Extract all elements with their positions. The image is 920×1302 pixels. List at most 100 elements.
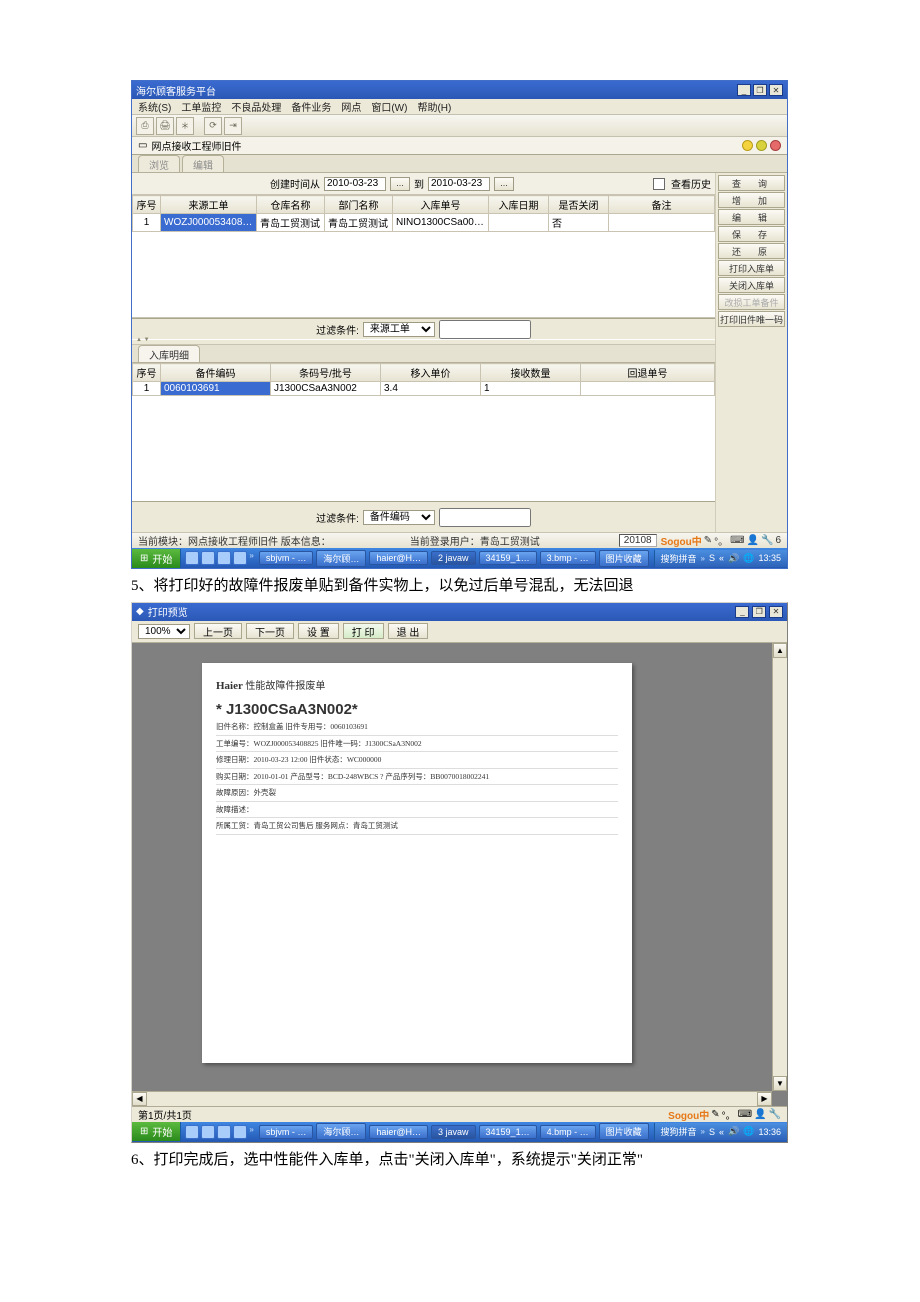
preview-maximize-button[interactable]: ❐ [752,606,766,618]
tab-inbound-detail[interactable]: 入库明细 [138,345,200,362]
menu-spareparts[interactable]: 备件业务 [291,99,331,114]
grid2-h-partno: 备件编码 [161,364,271,382]
preview-toolbar: 100% 上一页 下一页 设 置 打 印 退 出 [132,621,787,643]
horizontal-scrollbar[interactable]: ◀ ▶ [132,1091,772,1106]
task2-item-sbjvm[interactable]: sbjvm - … [259,1125,314,1139]
btn-print-unique-code[interactable]: 打印旧件唯一码 [718,311,785,327]
content-area: 创建时间从 … 到 … 查看历史 序号 来源工单 仓库名称 部 [132,173,787,532]
quicklaunch-ie-icon[interactable] [185,551,199,565]
toolbar-btn-5[interactable]: ⇥ [224,117,242,135]
close-button[interactable]: ✕ [769,84,783,96]
quicklaunch-media-icon[interactable] [217,551,231,565]
scroll-right-arrow-icon[interactable]: ▶ [757,1092,772,1106]
exit-button[interactable]: 退 出 [388,623,429,639]
btn-restore[interactable]: 还 原 [718,243,785,259]
setup-button[interactable]: 设 置 [298,623,339,639]
scroll-left-arrow-icon[interactable]: ◀ [132,1092,147,1106]
task2-item-haierh[interactable]: haier@H… [369,1125,428,1139]
scroll-up-arrow-icon[interactable]: ▲ [773,643,787,658]
grid2-filter-input[interactable] [439,508,531,527]
grid2-row-1[interactable]: 1 0060103691 J1300CSaA3N002 3.4 1 [133,382,715,396]
grid1-row-1[interactable]: 1 WOZJ000053408825 青岛工贸测试 青岛工贸测试 NINO130… [133,214,715,232]
date-from-input[interactable] [324,177,386,191]
next-page-button[interactable]: 下一页 [246,623,294,639]
preview-window-controls: _ ❐ ✕ [735,606,783,618]
prev-page-button[interactable]: 上一页 [194,623,242,639]
detail-tabs: 入库明细 [132,345,715,363]
vertical-scrollbar[interactable]: ▲ ▼ [772,643,787,1091]
quicklaunch-desktop-icon[interactable] [201,551,215,565]
view-history-checkbox[interactable] [653,178,665,190]
btn-modify-parts[interactable]: 改损工单备件 [718,294,785,310]
menu-help[interactable]: 帮助(H) [417,99,451,114]
windows-taskbar-2: ⊞ 开始 » sbjvm - … 海尔顾… haier@H… 3 javaw 3… [132,1122,787,1142]
task2-item-haier[interactable]: 海尔顾… [316,1123,366,1140]
grid1-h-dept: 部门名称 [325,196,393,214]
task2-item-javaw[interactable]: 3 javaw [431,1125,476,1139]
toolbar-btn-4[interactable]: ⟳ [204,117,222,135]
toolbar-btn-2[interactable]: 🖨 [156,117,174,135]
task-item-bmp[interactable]: 3.bmp - … [540,551,596,565]
grid1-filter-input[interactable] [439,320,531,339]
btn-close-inbound[interactable]: 关闭入库单 [718,277,785,293]
btn-print-inbound[interactable]: 打印入库单 [718,260,785,276]
view-history-label: 查看历史 [671,176,711,191]
menu-window[interactable]: 窗口(W) [371,99,407,114]
ql2-desktop-icon[interactable] [201,1125,215,1139]
print-preview-window: ◆ 打印预览 _ ❐ ✕ 100% 上一页 下一页 设 置 打 印 退 出 Ha… [131,602,788,1143]
menu-branch[interactable]: 网点 [341,99,361,114]
menu-defect-handling[interactable]: 不良品处理 [231,99,281,114]
ql2-media-icon[interactable] [217,1125,231,1139]
preview-minimize-button[interactable]: _ [735,606,749,618]
btn-save[interactable]: 保 存 [718,226,785,242]
task2-item-picfav[interactable]: 图片收藏 [599,1123,649,1140]
ime-count: 6 [775,535,781,546]
splitter[interactable] [132,339,715,345]
task-item-javaw[interactable]: 2 javaw [431,551,476,565]
btn-query[interactable]: 查 询 [718,175,785,191]
minimize-button[interactable]: _ [737,84,751,96]
ql2-ie-icon[interactable] [185,1125,199,1139]
tray-vol-icon: 🔊 [728,553,739,564]
toolbar-btn-3[interactable]: ＊ [176,117,194,135]
preview-ime-icon-4: 👤 [754,1109,766,1120]
grid2-r1-barcode: J1300CSaA3N002 [271,382,381,396]
btn-add[interactable]: 增 加 [718,192,785,208]
quicklaunch-folder-icon[interactable] [233,551,247,565]
grid2-h-price: 移入单价 [381,364,481,382]
grid2-filter-select[interactable]: 备件编码 [363,510,435,525]
maximize-button[interactable]: ❐ [753,84,767,96]
preview-status-bar: 第1页/共1页 Sogou中 ✎ °。 ⌨ 👤 🔧 [132,1106,787,1122]
task-item-haierh[interactable]: haier@H… [369,551,428,565]
grid1-filter-select[interactable]: 来源工单 [363,322,435,337]
task2-item-bmp[interactable]: 4.bmp - … [540,1125,596,1139]
date-to-input[interactable] [428,177,490,191]
zoom-select[interactable]: 100% [138,624,190,639]
btn-edit[interactable]: 编 辑 [718,209,785,225]
start-button[interactable]: ⊞ 开始 [132,549,181,568]
task-item-haier[interactable]: 海尔顾… [316,550,366,567]
doc-row-partname: 旧件名称：控制盒盖 旧件专用号：0060103691 [216,719,618,736]
task2-item-34159[interactable]: 34159_1… [479,1125,537,1139]
pane-title-text: 网点接收工程师旧件 [151,138,241,153]
tab-browse[interactable]: 浏览 [138,155,180,172]
dot-yellow-icon [742,140,753,151]
preview-ime-logo-icon: Sogou中 [668,1107,709,1122]
task-item-picfav[interactable]: 图片收藏 [599,550,649,567]
task-item-34159[interactable]: 34159_1… [479,551,537,565]
scroll-down-arrow-icon[interactable]: ▼ [773,1076,787,1091]
ql2-folder-icon[interactable] [233,1125,247,1139]
start-button-2[interactable]: ⊞ 开始 [132,1122,181,1141]
toolbar-btn-1[interactable]: ⎙ [136,117,154,135]
side-button-panel: 查 询 增 加 编 辑 保 存 还 原 打印入库单 关闭入库单 改损工单备件 打… [715,173,787,532]
task-item-sbjvm[interactable]: sbjvm - … [259,551,314,565]
tab-edit[interactable]: 编辑 [182,155,224,172]
menu-system[interactable]: 系统(S) [138,99,171,114]
grid2-r1-price: 3.4 [381,382,481,396]
menu-workorder-monitor[interactable]: 工单监控 [181,99,221,114]
preview-close-button[interactable]: ✕ [769,606,783,618]
date-to-picker-button[interactable]: … [494,177,514,191]
print-button[interactable]: 打 印 [343,623,384,639]
date-from-picker-button[interactable]: … [390,177,410,191]
pane-icon: ▭ [138,140,147,151]
